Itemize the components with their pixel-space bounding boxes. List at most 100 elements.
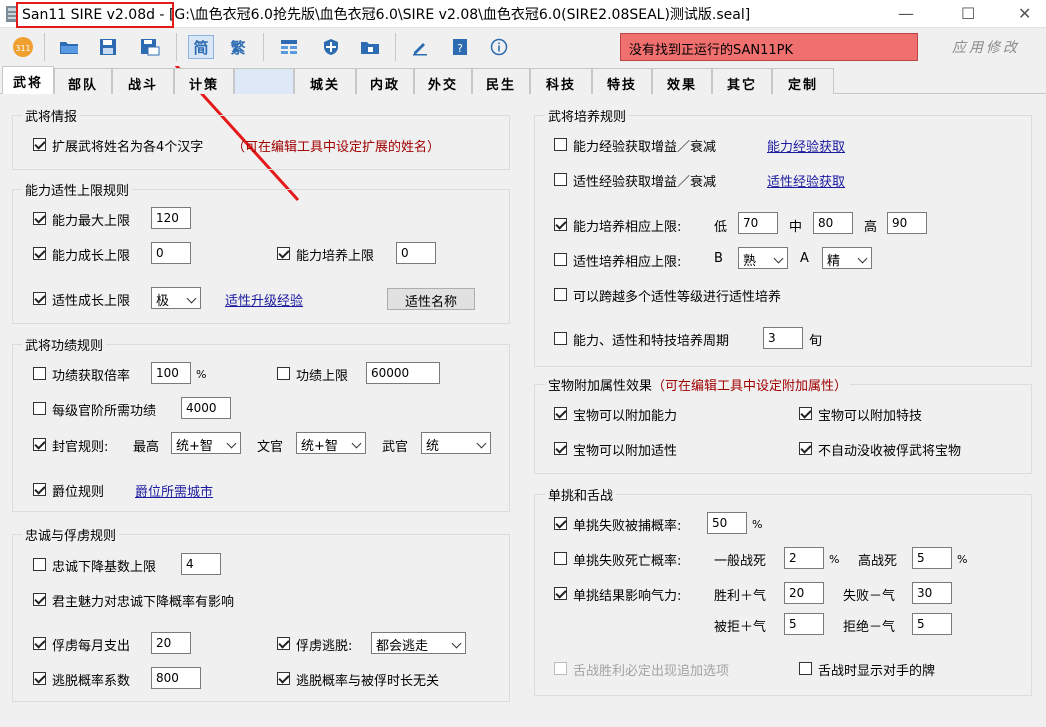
close-button[interactable]: ✕	[1018, 4, 1031, 23]
morale-lose-input[interactable]: 30	[912, 582, 952, 604]
rank-max-select[interactable]: 统+智	[171, 432, 241, 454]
aptitude-growth-checkbox[interactable]	[33, 292, 46, 305]
duel-capture-checkbox[interactable]	[554, 517, 567, 530]
escape-checkbox[interactable]	[277, 637, 290, 650]
edit-icon[interactable]	[407, 35, 433, 59]
tab-budui[interactable]: 部队	[54, 68, 112, 94]
aptitude-growth-select[interactable]: 极	[151, 287, 201, 309]
peerage-cities-link[interactable]: 爵位所需城市	[135, 481, 213, 500]
tab-qita[interactable]: 其它	[712, 68, 772, 94]
train-period-checkbox[interactable]	[554, 332, 567, 345]
save-as-icon[interactable]	[137, 35, 163, 59]
morale-refuse-label: 拒绝－气	[843, 620, 896, 635]
tab-jice[interactable]: 计策	[174, 68, 234, 94]
aptitude-train-limit-checkbox[interactable]	[554, 253, 567, 266]
rank-military-value: 统	[426, 439, 440, 454]
morale-win-input[interactable]: 20	[784, 582, 824, 604]
tab-neizheng[interactable]: 内政	[356, 68, 414, 94]
rank-military-label: 武官	[382, 440, 409, 455]
morale-refuse-input[interactable]: 5	[912, 613, 952, 635]
ability-train-checkbox[interactable]	[277, 247, 290, 260]
merit-gain-checkbox[interactable]	[33, 367, 46, 380]
tab-chengguan[interactable]: 城关	[294, 68, 356, 94]
apt-b-select[interactable]: 熟	[738, 247, 788, 269]
tab-xiaoguo[interactable]: 效果	[652, 68, 712, 94]
loyalty-drop-input[interactable]: 4	[181, 553, 221, 575]
escape-time-checkbox[interactable]	[277, 672, 290, 685]
treasure-aptitude-checkbox[interactable]	[554, 442, 567, 455]
ability-exp-checkbox[interactable]	[554, 138, 567, 151]
escape-select[interactable]: 都会逃走	[371, 632, 466, 654]
apply-changes-button[interactable]: 应用修改	[952, 37, 1020, 57]
aptitude-exp-link[interactable]: 适性经验获取	[767, 171, 845, 190]
treasure-skill-checkbox[interactable]	[799, 407, 812, 420]
rank-military-select[interactable]: 统	[421, 432, 491, 454]
rank-civil-select[interactable]: 统+智	[296, 432, 366, 454]
rank-civil-label: 文官	[257, 440, 284, 455]
monthly-cost-input[interactable]: 20	[151, 632, 191, 654]
duel-death-high-input[interactable]: 5	[912, 547, 952, 569]
info-icon[interactable]	[486, 35, 512, 59]
tab-keji[interactable]: 科技	[530, 68, 592, 94]
charisma-checkbox[interactable]	[33, 593, 46, 606]
tab-teji[interactable]: 特技	[592, 68, 652, 94]
apt-a-select[interactable]: 精	[822, 247, 872, 269]
skip-level-checkbox[interactable]	[554, 288, 567, 301]
tab-zhandou[interactable]: 战斗	[112, 68, 174, 94]
ability-max-checkbox[interactable]	[33, 212, 46, 225]
tab-waijiao[interactable]: 外交	[414, 68, 472, 94]
monthly-cost-checkbox[interactable]	[33, 637, 46, 650]
train-mid-input[interactable]: 80	[813, 212, 853, 234]
ability-growth-checkbox[interactable]	[33, 247, 46, 260]
tab-blank[interactable]	[234, 68, 294, 94]
train-period-input[interactable]: 3	[763, 327, 803, 349]
aptitude-exp-checkbox[interactable]	[554, 173, 567, 186]
duel-death-normal-unit: %	[829, 553, 840, 566]
train-low-input[interactable]: 70	[738, 212, 778, 234]
ability-train-input[interactable]: 0	[396, 242, 436, 264]
maximize-button[interactable]: ☐	[961, 4, 975, 23]
tab-minsheng[interactable]: 民生	[472, 68, 530, 94]
simplified-chinese-button[interactable]: 简	[188, 35, 214, 59]
peerage-checkbox[interactable]	[33, 483, 46, 496]
loyalty-drop-checkbox[interactable]	[33, 558, 46, 571]
shield-icon[interactable]	[318, 35, 344, 59]
ability-exp-link[interactable]: 能力经验获取	[767, 136, 845, 155]
treasure-skill-label: 宝物可以附加特技	[818, 409, 923, 424]
duel-capture-input[interactable]: 50	[707, 512, 747, 534]
tab-wujiang[interactable]: 武将	[2, 66, 54, 94]
ability-max-input[interactable]: 120	[151, 207, 191, 229]
merit-limit-input[interactable]: 60000	[366, 362, 440, 384]
ability-train-limit-checkbox[interactable]	[554, 218, 567, 231]
treasure-ability-checkbox[interactable]	[554, 407, 567, 420]
lock-folder-icon[interactable]	[357, 35, 383, 59]
train-mid-label: 中	[789, 220, 803, 235]
morale-reject-input[interactable]: 5	[784, 613, 824, 635]
ability-growth-input[interactable]: 0	[151, 242, 191, 264]
merit-per-rank-input[interactable]: 4000	[181, 397, 231, 419]
extend-name-checkbox[interactable]	[33, 138, 46, 151]
aptitude-upgrade-link[interactable]: 适性升级经验	[225, 290, 303, 309]
help-icon[interactable]: ?	[447, 35, 473, 59]
escape-factor-checkbox[interactable]	[33, 672, 46, 685]
no-confiscate-checkbox[interactable]	[799, 442, 812, 455]
train-high-input[interactable]: 90	[887, 212, 927, 234]
merit-per-rank-checkbox[interactable]	[33, 402, 46, 415]
merit-gain-input[interactable]: 100	[151, 362, 191, 384]
traditional-chinese-button[interactable]: 繁	[225, 35, 251, 59]
minimize-button[interactable]: —	[898, 4, 914, 23]
grid-icon[interactable]	[276, 35, 302, 59]
aptitude-names-button[interactable]: 适性名称	[387, 288, 475, 310]
rank-rule-checkbox[interactable]	[33, 438, 46, 451]
merit-limit-checkbox[interactable]	[277, 367, 290, 380]
debate-extra-checkbox[interactable]	[554, 662, 567, 675]
save-icon[interactable]	[95, 35, 121, 59]
tab-dingzhi[interactable]: 定制	[772, 68, 834, 94]
debate-show-checkbox[interactable]	[799, 662, 812, 675]
san11-icon[interactable]: 311	[10, 35, 36, 59]
duel-death-normal-input[interactable]: 2	[784, 547, 824, 569]
duel-death-checkbox[interactable]	[554, 552, 567, 565]
duel-morale-checkbox[interactable]	[554, 587, 567, 600]
escape-factor-input[interactable]: 800	[151, 667, 201, 689]
folder-open-icon[interactable]	[56, 35, 82, 59]
